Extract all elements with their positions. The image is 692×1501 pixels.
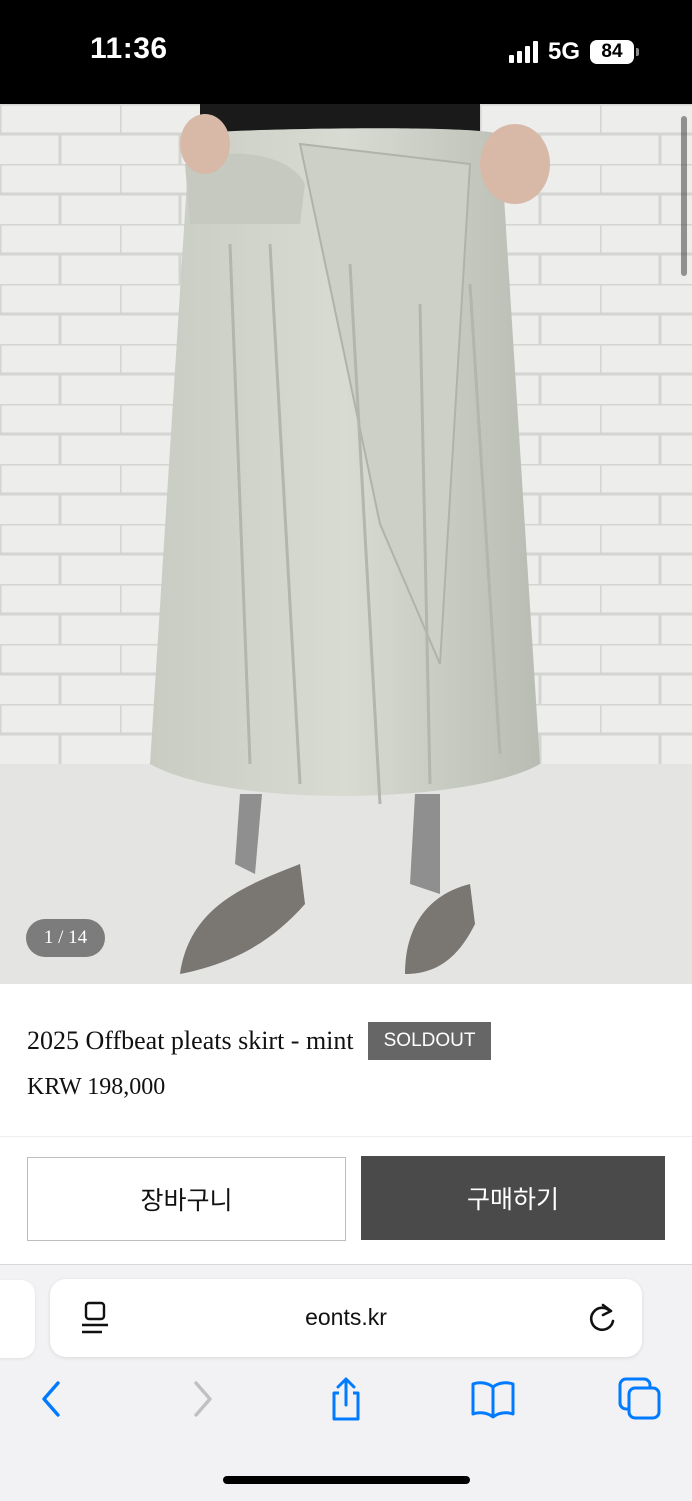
purchase-action-bar: 장바구니 구매하기 <box>0 1136 692 1265</box>
tabs-icon[interactable] <box>618 1377 662 1421</box>
battery-icon: 84 <box>590 40 639 64</box>
soldout-badge: SOLDOUT <box>367 1022 492 1060</box>
battery-level: 84 <box>601 41 623 62</box>
product-title: 2025 Offbeat pleats skirt - mint <box>27 1026 354 1055</box>
bookmarks-icon[interactable] <box>470 1377 516 1421</box>
scroll-indicator[interactable] <box>681 116 687 276</box>
product-price: KRW 198,000 <box>27 1074 166 1100</box>
previous-tab-preview[interactable] <box>0 1280 35 1358</box>
image-page-counter: 1 / 14 <box>26 919 105 957</box>
buy-now-button[interactable]: 구매하기 <box>361 1156 665 1240</box>
product-photo <box>0 104 692 984</box>
status-bar: 11:36 5G 84 <box>0 0 692 104</box>
share-icon[interactable] <box>326 1377 366 1421</box>
home-indicator[interactable] <box>223 1476 470 1484</box>
browser-bottom-bar: eonts.kr <box>0 1264 692 1501</box>
title-row: 2025 Offbeat pleats skirt - mint SOLDOUT <box>27 1022 492 1060</box>
network-type: 5G <box>547 38 580 65</box>
reload-icon[interactable] <box>586 1301 618 1335</box>
back-icon[interactable] <box>32 1377 72 1421</box>
url-text: eonts.kr <box>305 1304 387 1330</box>
product-info: 2025 Offbeat pleats skirt - mint SOLDOUT… <box>0 984 692 1136</box>
status-time: 11:36 <box>90 32 168 65</box>
product-image-gallery[interactable]: 1 / 14 <box>0 104 692 984</box>
forward-icon[interactable] <box>182 1377 222 1421</box>
add-to-cart-button[interactable]: 장바구니 <box>27 1157 346 1241</box>
address-bar[interactable]: eonts.kr <box>50 1279 642 1357</box>
status-indicators: 5G 84 <box>508 38 639 66</box>
cellular-signal-icon <box>508 41 538 63</box>
